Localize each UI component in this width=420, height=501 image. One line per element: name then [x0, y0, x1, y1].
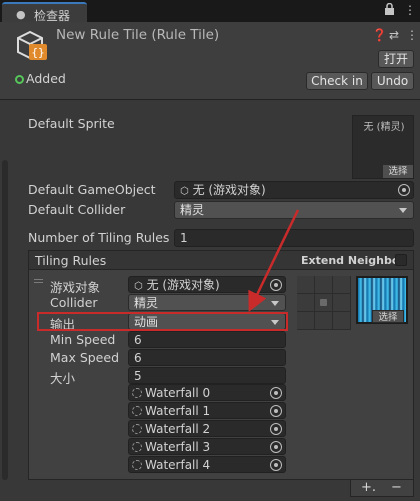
default-collider-value: 精灵 [180, 203, 205, 217]
gameobject-icon: ⬡ [180, 186, 189, 197]
min-speed-input[interactable]: 6 [128, 331, 286, 348]
rule-collider-label: Collider [50, 295, 98, 310]
sprite-slot-value: Waterfall 0 [145, 386, 211, 400]
left-scrollbar[interactable] [0, 100, 10, 501]
default-sprite-field[interactable]: 无 (精灵) 选择 [352, 115, 414, 179]
object-picker-icon[interactable] [398, 184, 410, 196]
annotation-highlight-box [37, 312, 288, 331]
remove-rule-button[interactable]: − [391, 480, 402, 495]
sprite-icon [132, 388, 142, 398]
rule-gameobject-field[interactable]: ⬡ 无 (游戏对象) [128, 276, 286, 293]
more-vert-icon[interactable]: ⋮ [404, 3, 416, 17]
neighbor-cell[interactable] [333, 312, 350, 329]
default-collider-dropdown[interactable]: 精灵 [174, 201, 414, 219]
add-rule-button[interactable]: +. [361, 480, 376, 495]
sprite-slot[interactable]: Waterfall 3 [128, 438, 286, 455]
gameobject-icon: ⬡ [134, 281, 143, 292]
chevron-down-icon [271, 301, 279, 306]
neighbor-center-cell [315, 294, 332, 311]
default-gameobject-label: Default GameObject [28, 182, 156, 197]
neighbor-cell[interactable] [333, 294, 350, 311]
rule-collider-dropdown[interactable]: 精灵 [128, 294, 286, 311]
scrollbar-thumb[interactable] [2, 160, 8, 480]
asset-title: New Rule Tile (Rule Tile) [56, 27, 220, 43]
default-gameobject-field[interactable]: ⬡ 无 (游戏对象) [174, 181, 414, 199]
default-sprite-label: Default Sprite [28, 116, 115, 131]
rule-tile-icon: {} [14, 28, 50, 64]
sprite-slot-value: Waterfall 3 [145, 440, 211, 454]
neighbor-rule-grid[interactable] [297, 276, 351, 330]
rule-gameobject-label: 游戏对象 [50, 280, 101, 295]
tiling-rules-title: Tiling Rules [35, 253, 107, 268]
size-input[interactable]: 5 [128, 367, 286, 384]
object-picker-icon[interactable] [270, 405, 282, 417]
check-in-button[interactable]: Check in [306, 72, 368, 90]
sprite-select-button[interactable]: 选择 [383, 165, 413, 178]
sprite-slot-value: Waterfall 4 [145, 458, 211, 472]
neighbor-cell[interactable] [297, 312, 314, 329]
lock-icon[interactable] [384, 2, 395, 18]
info-icon: ● [16, 8, 26, 21]
sprite-slot[interactable]: Waterfall 4 [128, 456, 286, 473]
preset-icon[interactable]: ⇄ [389, 28, 399, 42]
more-vert-icon[interactable]: ⋮ [406, 28, 418, 42]
rule-gameobject-value: 无 (游戏对象) [146, 278, 220, 292]
neighbor-cell[interactable] [315, 276, 332, 293]
neighbor-cell[interactable] [333, 276, 350, 293]
tab-inspector[interactable]: ● 检查器 [2, 2, 87, 23]
extend-neighbor-checkbox[interactable] [395, 254, 407, 266]
drag-handle-icon[interactable] [34, 279, 43, 280]
neighbor-cell[interactable] [297, 276, 314, 293]
neighbor-cell[interactable] [297, 294, 314, 311]
tile-select-button[interactable]: 选择 [372, 310, 404, 323]
sprite-slot-value: Waterfall 2 [145, 422, 211, 436]
tiling-rules-header: Tiling Rules Extend Neighbor [28, 250, 414, 270]
sprite-none-label: 无 (精灵) [363, 122, 405, 133]
sprite-icon [132, 442, 142, 452]
open-button[interactable]: 打开 [378, 50, 414, 68]
sprite-icon [132, 460, 142, 470]
neighbor-cell[interactable] [315, 312, 332, 329]
chevron-down-icon [399, 208, 407, 213]
min-speed-label: Min Speed [50, 332, 116, 347]
object-picker-icon[interactable] [270, 279, 282, 291]
rule-collider-value: 精灵 [134, 296, 159, 310]
undo-button[interactable]: Undo [371, 72, 414, 90]
tiling-rules-count-input[interactable]: 1 [174, 229, 414, 247]
tab-bar: ● 检查器 ⋮ [0, 0, 420, 23]
extend-neighbor-label: Extend Neighbor [301, 254, 405, 267]
sprite-slot[interactable]: Waterfall 2 [128, 420, 286, 437]
max-speed-input[interactable]: 6 [128, 349, 286, 366]
added-status-label: Added [26, 71, 66, 86]
inspector-header: {} New Rule Tile (Rule Tile) ❓ ⇄ ⋮ 打开 Ad… [0, 22, 420, 100]
object-picker-icon[interactable] [270, 387, 282, 399]
help-icon[interactable]: ❓ [372, 28, 387, 42]
sprite-slot[interactable]: Waterfall 1 [128, 402, 286, 419]
sprite-icon [132, 406, 142, 416]
object-picker-icon[interactable] [270, 441, 282, 453]
size-label: 大小 [50, 371, 76, 386]
object-picker-icon[interactable] [270, 423, 282, 435]
tiling-rules-count-label: Number of Tiling Rules [28, 230, 170, 245]
drag-handle-line [34, 282, 43, 283]
max-speed-label: Max Speed [50, 350, 120, 365]
object-picker-icon[interactable] [270, 459, 282, 471]
center-tile-icon [320, 299, 327, 306]
default-collider-label: Default Collider [28, 202, 126, 217]
added-status-icon [15, 75, 24, 84]
sprite-slot[interactable]: Waterfall 0 [128, 384, 286, 401]
default-gameobject-value: 无 (游戏对象) [192, 183, 266, 197]
rules-footer: +. − [350, 480, 414, 497]
sprite-slot-value: Waterfall 1 [145, 404, 211, 418]
svg-text:{}: {} [31, 46, 44, 59]
sprite-icon [132, 424, 142, 434]
